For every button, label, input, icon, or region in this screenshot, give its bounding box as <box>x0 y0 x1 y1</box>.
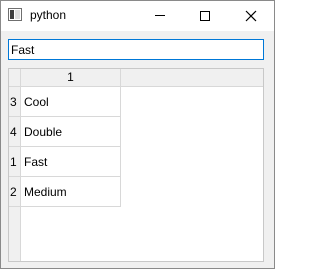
close-icon <box>245 10 257 22</box>
table-row[interactable]: 3 Cool <box>9 87 121 117</box>
table-row[interactable]: 1 Fast <box>9 147 121 177</box>
minimize-button[interactable] <box>137 1 182 30</box>
maximize-button[interactable] <box>182 1 227 30</box>
minimize-icon <box>154 15 165 16</box>
filter-input[interactable] <box>9 40 263 59</box>
table-cell[interactable]: Cool <box>21 87 121 117</box>
header-empty-area <box>121 69 263 87</box>
row-header[interactable]: 3 <box>9 87 21 117</box>
app-window-icon <box>8 8 22 21</box>
table-cell[interactable]: Medium <box>21 177 121 207</box>
row-header-empty-area <box>9 207 21 261</box>
maximize-icon <box>199 10 210 21</box>
table-view[interactable]: 1 3 Cool 4 Double 1 Fast 2 Medium <box>8 68 264 262</box>
table-cell[interactable]: Double <box>21 117 121 147</box>
title-bar[interactable]: python <box>1 1 274 31</box>
close-button[interactable] <box>228 1 273 30</box>
row-header[interactable]: 4 <box>9 117 21 147</box>
table-cell[interactable]: Fast <box>21 147 121 177</box>
window-title: python <box>30 8 67 22</box>
filter-input-box[interactable] <box>8 39 264 60</box>
app-window: python 1 3 Cool 4 Double 1 Fast <box>0 0 275 269</box>
table-corner-button[interactable] <box>9 69 21 87</box>
column-header-1[interactable]: 1 <box>21 69 121 87</box>
row-header[interactable]: 1 <box>9 147 21 177</box>
table-row[interactable]: 2 Medium <box>9 177 121 207</box>
row-header[interactable]: 2 <box>9 177 21 207</box>
table-row[interactable]: 4 Double <box>9 117 121 147</box>
